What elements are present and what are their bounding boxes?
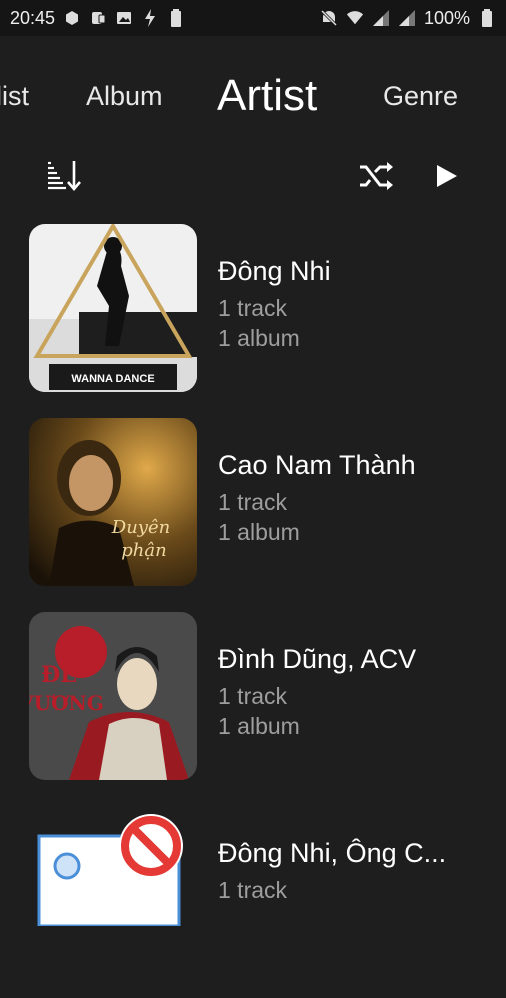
album-count: 1 album [218,519,300,545]
app-icon [63,9,81,27]
artist-artwork: ĐẾ VƯƠNG [29,612,197,780]
tab-playlist[interactable]: list [0,64,29,128]
shuffle-button[interactable] [356,158,396,198]
sort-button[interactable] [44,158,84,198]
artist-row[interactable]: Đông Nhi, Ông C... 1 track [0,804,506,998]
artist-row[interactable]: Duyên phận Cao Nam Thành 1 track 1 album [0,416,506,610]
svg-text:ĐẾ: ĐẾ [41,658,77,688]
artist-artwork: Duyên phận [29,418,197,586]
shuffle-icon [358,161,394,196]
clock: 20:45 [10,7,56,28]
play-icon [433,163,459,194]
broken-image-icon [117,812,185,885]
track-count: 1 track [218,489,288,515]
artist-name: Cao Nam Thành [218,450,416,480]
album-count: 1 album [218,713,300,739]
svg-text:Duyên: Duyên [111,517,170,538]
tab-album[interactable]: Album [86,64,163,128]
sort-icon [45,157,83,200]
artist-list: WANNA DANCE Đông Nhi 1 track 1 album Duy… [0,222,506,998]
tab-genre[interactable]: Genre [383,64,458,128]
wifi-icon [346,9,364,27]
artist-artwork: WANNA DANCE [29,224,197,392]
battery-saver-icon [167,9,185,27]
album-count: 1 album [218,325,300,351]
artist-name: Đông Nhi, Ông C... [218,838,447,868]
mute-icon [320,9,338,27]
play-all-button[interactable] [426,158,466,198]
track-count: 1 track [218,295,288,321]
svg-text:WANNA DANCE: WANNA DANCE [71,373,154,385]
svg-text:phận: phận [121,540,166,561]
battery-percent: 100% [423,7,470,28]
notification-icon [89,9,107,27]
svg-text:VƯƠNG: VƯƠNG [29,691,104,715]
artist-artwork [29,806,197,974]
tab-artist[interactable]: Artist [217,64,317,128]
artist-row[interactable]: ĐẾ VƯƠNG Đình Dũng, ACV 1 track 1 album [0,610,506,804]
charging-icon [141,9,159,27]
image-icon [115,9,133,27]
tab-bar: list Album Artist Genre [0,64,506,128]
signal-icon [398,9,416,27]
track-count: 1 track [218,683,288,709]
signal-icon [372,9,390,27]
artist-name: Đông Nhi [218,256,331,286]
artist-name: Đình Dũng, ACV [218,644,417,674]
status-bar: 20:45 100% [0,0,506,36]
battery-icon [478,9,496,27]
artist-row[interactable]: WANNA DANCE Đông Nhi 1 track 1 album [0,222,506,416]
track-count: 1 track [218,877,288,903]
